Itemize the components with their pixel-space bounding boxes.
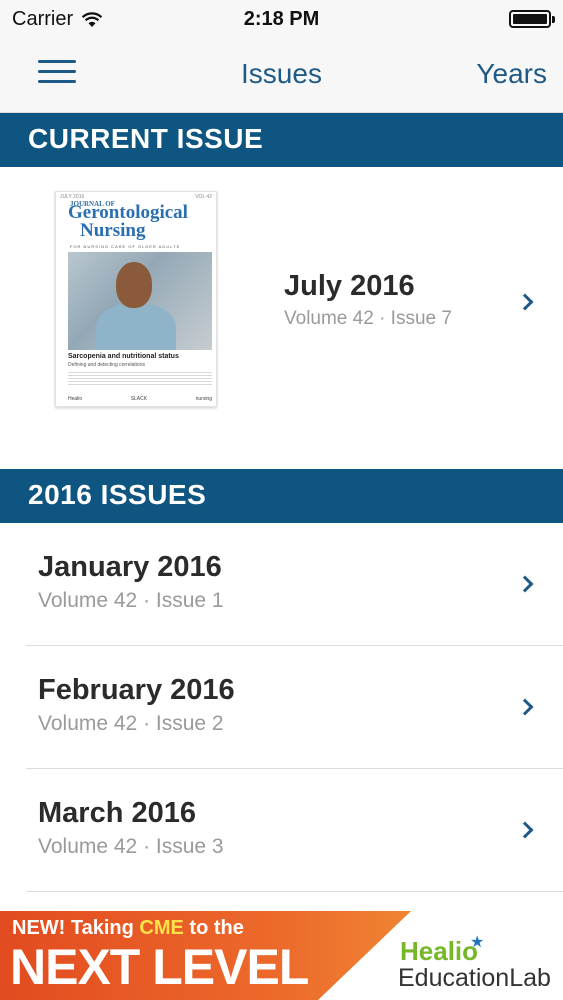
cover-publisher: SLACK xyxy=(130,396,148,402)
issue-title: March 2016 xyxy=(38,797,196,829)
chevron-right-icon xyxy=(516,821,534,839)
cover-photo xyxy=(68,252,212,350)
issue-volume: Volume 42 · Issue 1 xyxy=(38,589,224,612)
section-header-label: CURRENT ISSUE xyxy=(28,123,264,154)
navigation-bar: Issues Years xyxy=(0,40,563,113)
cover-journal-title: Gerontological Nursing xyxy=(68,202,188,241)
issues-year-header: 2016 ISSUES xyxy=(0,469,563,523)
row-divider xyxy=(26,891,563,892)
healio-logo: Healio xyxy=(400,936,479,966)
section-header-label: 2016 ISSUES xyxy=(28,479,207,510)
battery-icon xyxy=(509,10,555,28)
status-bar: Carrier 2:18 PM xyxy=(0,0,563,40)
cover-caption: Sarcopenia and nutritional status xyxy=(68,353,179,360)
education-lab-logo: EducationLab xyxy=(398,964,551,992)
list-item-march-2016[interactable]: March 2016 Volume 42 · Issue 3 xyxy=(0,769,563,892)
current-issue-volume: Volume 42 · Issue 7 xyxy=(284,308,452,329)
chevron-right-icon xyxy=(516,293,534,311)
years-button[interactable]: Years xyxy=(476,58,547,90)
issue-cover-image: JULY 2016 VOL 42 JOURNAL OF Gerontologica… xyxy=(55,191,217,407)
banner-headline: NEW! Taking CME to the xyxy=(12,917,244,939)
list-item-january-2016[interactable]: January 2016 Volume 42 · Issue 1 xyxy=(0,523,563,646)
current-issue-date: July 2016 xyxy=(284,270,415,302)
star-icon: ★ xyxy=(470,934,485,951)
current-issue-header: CURRENT ISSUE xyxy=(0,113,563,167)
list-item-february-2016[interactable]: February 2016 Volume 42 · Issue 2 xyxy=(0,646,563,769)
cover-subcaption: Defining and detecting correlations xyxy=(68,362,145,368)
current-issue-row[interactable]: JULY 2016 VOL 42 JOURNAL OF Gerontologica… xyxy=(0,167,563,467)
issue-volume: Volume 42 · Issue 3 xyxy=(38,835,224,858)
issue-volume: Volume 42 · Issue 2 xyxy=(38,712,224,735)
chevron-right-icon xyxy=(516,698,534,716)
chevron-right-icon xyxy=(516,575,534,593)
cover-tagline: FOR NURSING CARE OF OLDER ADULTS xyxy=(70,244,181,249)
issue-title: January 2016 xyxy=(38,551,222,583)
issue-title: February 2016 xyxy=(38,674,235,706)
clock: 2:18 PM xyxy=(243,8,320,30)
banner-next-level: NEXT LEVEL xyxy=(10,939,309,995)
